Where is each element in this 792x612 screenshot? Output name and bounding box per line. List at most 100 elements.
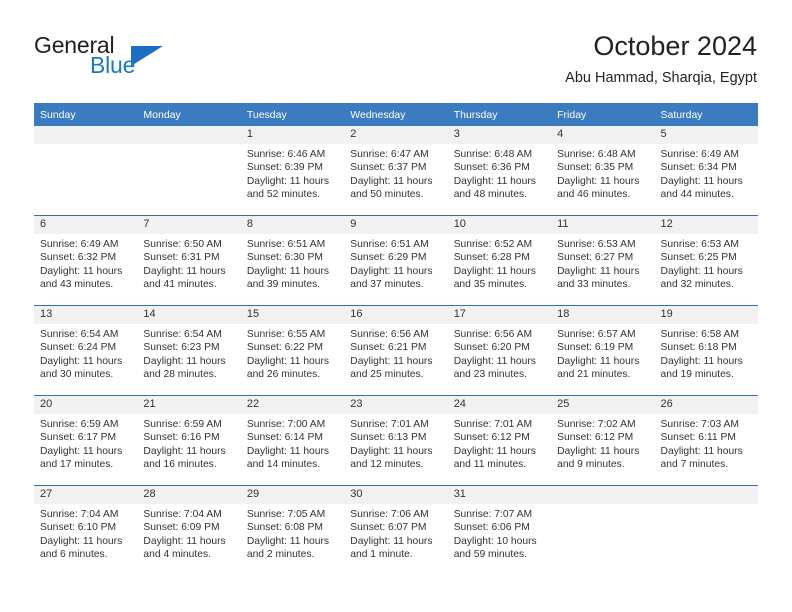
day-number: 4 xyxy=(551,126,655,144)
day-number: 12 xyxy=(654,216,758,234)
weekday-header-monday: Monday xyxy=(137,103,241,126)
day-number xyxy=(551,486,655,504)
day-cell-inner: 13 Sunrise: 6:54 AM Sunset: 6:24 PM Dayligh… xyxy=(34,306,138,395)
calendar-day-cell[interactable]: 26 Sunrise: 7:03 AM Sunset: 6:11 PM Dayligh… xyxy=(654,395,758,486)
day-number: 5 xyxy=(654,126,758,144)
calendar-day-cell[interactable]: 17 Sunrise: 6:56 AM Sunset: 6:20 PM Dayligh… xyxy=(447,305,552,396)
day-cell-inner: 28 Sunrise: 7:04 AM Sunset: 6:09 PM Dayligh… xyxy=(137,486,241,575)
weekday-header-tuesday: Tuesday xyxy=(240,103,345,126)
day-details: Sunrise: 7:00 AM Sunset: 6:14 PM Daylight:… xyxy=(241,414,344,472)
day-cell-inner: 23 Sunrise: 7:01 AM Sunset: 6:13 PM Dayligh… xyxy=(344,396,448,485)
calendar-day-cell[interactable]: 3 Sunrise: 6:48 AM Sunset: 6:36 PM Daylight… xyxy=(447,126,552,216)
sunrise-text: Sunrise: 6:47 AM xyxy=(350,149,429,160)
day-cell-inner: 26 Sunrise: 7:03 AM Sunset: 6:11 PM Dayligh… xyxy=(654,396,758,485)
calendar-day-cell[interactable]: 23 Sunrise: 7:01 AM Sunset: 6:13 PM Dayligh… xyxy=(344,395,448,486)
calendar-day-cell[interactable]: 6 Sunrise: 6:49 AM Sunset: 6:32 PM Daylight… xyxy=(34,215,138,306)
calendar-day-cell[interactable]: 14 Sunrise: 6:54 AM Sunset: 6:23 PM Dayligh… xyxy=(137,305,241,396)
sunrise-text: Sunrise: 7:01 AM xyxy=(350,419,429,430)
day-details: Sunrise: 7:03 AM Sunset: 6:11 PM Daylight:… xyxy=(655,414,758,472)
day-number: 25 xyxy=(551,396,655,414)
day-details: Sunrise: 7:07 AM Sunset: 6:06 PM Daylight:… xyxy=(448,504,551,562)
calendar-day-cell[interactable]: 31 Sunrise: 7:07 AM Sunset: 6:06 PM Dayligh… xyxy=(447,485,552,575)
calendar-day-cell[interactable]: 10 Sunrise: 6:52 AM Sunset: 6:28 PM Dayligh… xyxy=(447,215,552,306)
calendar-day-cell[interactable]: 5 Sunrise: 6:49 AM Sunset: 6:34 PM Daylight… xyxy=(654,126,758,216)
sunrise-text: Sunrise: 6:59 AM xyxy=(143,419,222,430)
calendar-day-cell[interactable]: 15 Sunrise: 6:55 AM Sunset: 6:22 PM Dayligh… xyxy=(240,305,345,396)
calendar-day-cell[interactable]: 7 Sunrise: 6:50 AM Sunset: 6:31 PM Daylight… xyxy=(137,215,241,306)
daylight-text: Daylight: 11 hours and 28 minutes. xyxy=(143,355,226,381)
calendar-day-cell[interactable]: 12 Sunrise: 6:53 AM Sunset: 6:25 PM Dayligh… xyxy=(654,215,758,306)
calendar-day-cell[interactable]: 20 Sunrise: 6:59 AM Sunset: 6:17 PM Dayligh… xyxy=(34,395,138,486)
daylight-text: Daylight: 11 hours and 26 minutes. xyxy=(246,355,330,381)
calendar-week-row: 20 Sunrise: 6:59 AM Sunset: 6:17 PM Dayligh… xyxy=(34,395,758,486)
calendar-day-cell[interactable]: 25 Sunrise: 7:02 AM Sunset: 6:12 PM Dayligh… xyxy=(551,395,655,486)
daylight-text: Daylight: 11 hours and 16 minutes. xyxy=(143,445,226,471)
day-number: 22 xyxy=(240,396,345,414)
day-details: Sunrise: 6:53 AM Sunset: 6:27 PM Daylight:… xyxy=(551,234,654,292)
sunrise-text: Sunrise: 7:01 AM xyxy=(453,419,533,430)
calendar-day-cell[interactable]: 16 Sunrise: 6:56 AM Sunset: 6:21 PM Dayligh… xyxy=(344,305,448,396)
sunrise-text: Sunrise: 6:53 AM xyxy=(557,239,636,250)
sunset-text: Sunset: 6:22 PM xyxy=(246,342,323,354)
daylight-text: Daylight: 11 hours and 48 minutes. xyxy=(453,175,536,201)
sunset-text: Sunset: 6:28 PM xyxy=(453,252,530,264)
calendar-day-cell[interactable]: 1 Sunrise: 6:46 AM Sunset: 6:39 PM Daylight… xyxy=(240,126,345,216)
sunrise-text: Sunrise: 6:51 AM xyxy=(246,239,326,250)
day-cell-inner: 25 Sunrise: 7:02 AM Sunset: 6:12 PM Dayligh… xyxy=(551,396,655,485)
calendar-day-cell[interactable]: 30 Sunrise: 7:06 AM Sunset: 6:07 PM Dayligh… xyxy=(344,485,448,575)
calendar-day-cell[interactable]: 22 Sunrise: 7:00 AM Sunset: 6:14 PM Dayligh… xyxy=(240,395,345,486)
calendar-day-cell[interactable]: 28 Sunrise: 7:04 AM Sunset: 6:09 PM Dayligh… xyxy=(137,485,241,575)
day-number: 14 xyxy=(137,306,241,324)
day-number: 11 xyxy=(551,216,655,234)
sunset-text: Sunset: 6:36 PM xyxy=(453,162,530,174)
sunrise-text: Sunrise: 6:59 AM xyxy=(40,419,119,430)
weekday-header-sunday: Sunday xyxy=(34,103,138,126)
day-details: Sunrise: 7:01 AM Sunset: 6:13 PM Daylight:… xyxy=(344,414,447,472)
page-title: October 2024 xyxy=(593,31,757,61)
calendar-day-cell[interactable]: 4 Sunrise: 6:48 AM Sunset: 6:35 PM Daylight… xyxy=(551,126,655,216)
sunset-text: Sunset: 6:31 PM xyxy=(143,252,220,264)
daylight-text: Daylight: 11 hours and 50 minutes. xyxy=(350,175,433,201)
day-number: 31 xyxy=(447,486,552,504)
daylight-text: Daylight: 11 hours and 6 minutes. xyxy=(40,535,123,561)
sunset-text: Sunset: 6:07 PM xyxy=(350,522,427,534)
calendar-day-cell[interactable]: 8 Sunrise: 6:51 AM Sunset: 6:30 PM Daylight… xyxy=(240,215,345,306)
day-number: 1 xyxy=(240,126,345,144)
triangle-icon xyxy=(131,46,163,66)
calendar-day-cell[interactable]: 29 Sunrise: 7:05 AM Sunset: 6:08 PM Dayligh… xyxy=(240,485,345,575)
sunset-text: Sunset: 6:23 PM xyxy=(143,342,220,354)
day-cell-inner: 29 Sunrise: 7:05 AM Sunset: 6:08 PM Dayligh… xyxy=(240,486,345,575)
calendar-day-cell-empty xyxy=(137,126,241,216)
day-details: Sunrise: 6:56 AM Sunset: 6:21 PM Daylight:… xyxy=(344,324,447,382)
sunset-text: Sunset: 6:14 PM xyxy=(246,432,323,444)
sunrise-text: Sunrise: 6:49 AM xyxy=(660,149,739,160)
daylight-text: Daylight: 11 hours and 23 minutes. xyxy=(453,355,536,381)
sunset-text: Sunset: 6:19 PM xyxy=(557,342,634,354)
calendar-day-cell[interactable]: 13 Sunrise: 6:54 AM Sunset: 6:24 PM Dayligh… xyxy=(34,305,138,396)
sunset-text: Sunset: 6:16 PM xyxy=(143,432,220,444)
daylight-text: Daylight: 11 hours and 44 minutes. xyxy=(660,175,743,201)
calendar-day-cell[interactable]: 9 Sunrise: 6:51 AM Sunset: 6:29 PM Daylight… xyxy=(344,215,448,306)
day-cell-inner: 16 Sunrise: 6:56 AM Sunset: 6:21 PM Dayligh… xyxy=(344,306,448,395)
daylight-text: Daylight: 11 hours and 12 minutes. xyxy=(350,445,433,471)
day-cell-inner: 11 Sunrise: 6:53 AM Sunset: 6:27 PM Dayligh… xyxy=(551,216,655,305)
day-number: 3 xyxy=(447,126,552,144)
daylight-text: Daylight: 11 hours and 39 minutes. xyxy=(246,265,330,291)
sunset-text: Sunset: 6:13 PM xyxy=(350,432,427,444)
calendar-day-cell[interactable]: 19 Sunrise: 6:58 AM Sunset: 6:18 PM Dayligh… xyxy=(654,305,758,396)
day-details: Sunrise: 7:01 AM Sunset: 6:12 PM Daylight:… xyxy=(448,414,551,472)
calendar-day-cell[interactable]: 27 Sunrise: 7:04 AM Sunset: 6:10 PM Dayligh… xyxy=(34,485,138,575)
day-cell-inner: 3 Sunrise: 6:48 AM Sunset: 6:36 PM Daylight… xyxy=(447,126,552,215)
calendar-day-cell[interactable]: 18 Sunrise: 6:57 AM Sunset: 6:19 PM Dayligh… xyxy=(551,305,655,396)
daylight-text: Daylight: 10 hours and 59 minutes. xyxy=(453,535,537,561)
calendar-day-cell[interactable]: 24 Sunrise: 7:01 AM Sunset: 6:12 PM Dayligh… xyxy=(447,395,552,486)
daylight-text: Daylight: 11 hours and 46 minutes. xyxy=(557,175,640,201)
calendar-grid: Sunday Monday Tuesday Wednesday Thursday Frid… xyxy=(34,103,758,575)
day-number: 9 xyxy=(344,216,448,234)
calendar-day-cell[interactable]: 11 Sunrise: 6:53 AM Sunset: 6:27 PM Dayligh… xyxy=(551,215,655,306)
day-cell-inner xyxy=(137,126,241,215)
calendar-day-cell[interactable]: 21 Sunrise: 6:59 AM Sunset: 6:16 PM Dayligh… xyxy=(137,395,241,486)
brand-logo: General Blue xyxy=(34,32,264,92)
calendar-day-cell[interactable]: 2 Sunrise: 6:47 AM Sunset: 6:37 PM Daylight… xyxy=(344,126,448,216)
daylight-text: Daylight: 11 hours and 19 minutes. xyxy=(660,355,743,381)
